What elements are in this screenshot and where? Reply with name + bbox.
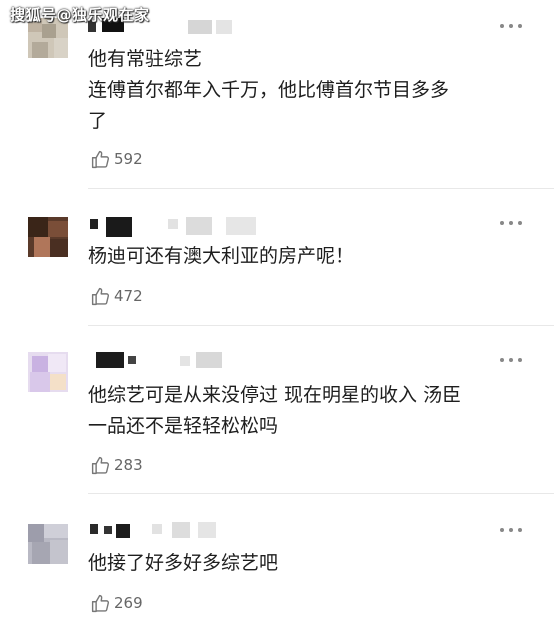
thumbs-up-icon [91, 287, 110, 305]
username-blurred[interactable] [88, 344, 288, 384]
comment-item: 他综艺可是从来没停过 现在明星的收入 汤臣 一品还不是轻轻松松吗 283 [0, 326, 554, 493]
comment-item: 他有常驻综艺 连傅首尔都年入千万，他比傅首尔节目多多 了 592 [0, 0, 554, 188]
comment-text: 杨迪可还有澳大利亚的房产呢！ [88, 245, 355, 267]
comment-item: 他接了好多好多综艺吧 269 [0, 494, 554, 624]
comment-text: 他综艺可是从来没停过 现在明星的收入 汤臣 一品还不是轻轻松松吗 [88, 384, 462, 437]
avatar[interactable] [28, 352, 68, 392]
comment-item: 杨迪可还有澳大利亚的房产呢！ 472 [0, 189, 554, 325]
more-dots-icon[interactable] [500, 526, 522, 534]
like-button[interactable]: 283 [90, 454, 143, 476]
like-count: 592 [114, 150, 143, 168]
like-button[interactable]: 269 [90, 592, 143, 614]
more-dots-icon[interactable] [500, 356, 522, 364]
watermark: 搜狐号@独乐观在家 [10, 6, 150, 24]
comment-text: 他接了好多好多综艺吧 [88, 552, 279, 574]
more-dots-icon[interactable] [500, 219, 522, 227]
avatar[interactable] [28, 524, 68, 564]
thumbs-up-icon [91, 594, 110, 612]
like-count: 283 [114, 456, 143, 474]
like-button[interactable]: 592 [90, 148, 143, 170]
like-button[interactable]: 472 [90, 285, 143, 307]
avatar[interactable] [28, 217, 68, 257]
like-count: 269 [114, 594, 143, 612]
thumbs-up-icon [91, 456, 110, 474]
more-dots-icon[interactable] [500, 22, 522, 30]
like-count: 472 [114, 287, 143, 305]
thumbs-up-icon [91, 150, 110, 168]
comment-text: 他有常驻综艺 连傅首尔都年入千万，他比傅首尔节目多多 了 [88, 48, 450, 132]
